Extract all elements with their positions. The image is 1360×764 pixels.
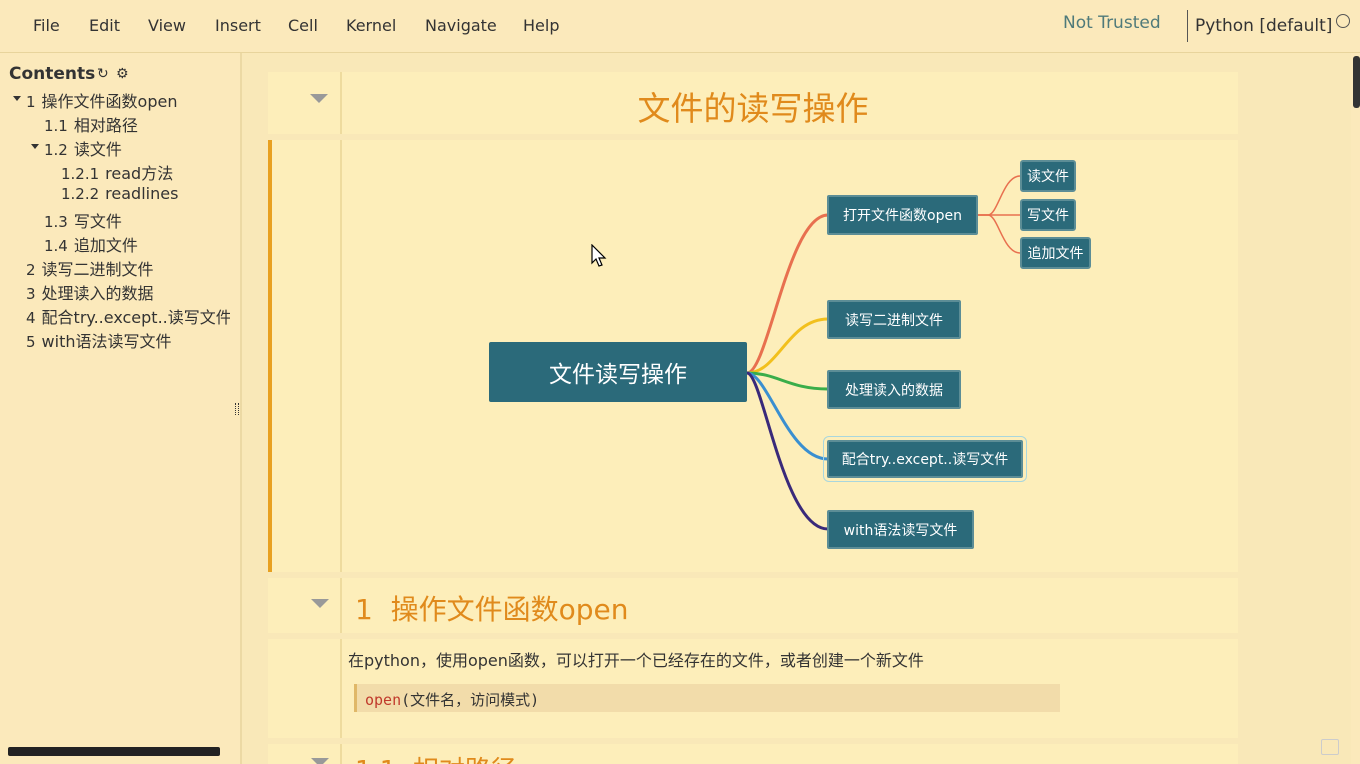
notebook-title: 文件的读写操作 [637, 89, 869, 128]
toc-item[interactable]: 1.3 写文件 [44, 208, 122, 232]
mindmap-leaf-write[interactable]: 写文件 [1020, 199, 1076, 231]
menubar: File Edit View Insert Cell Kernel Naviga… [0, 0, 1360, 53]
gear-icon[interactable]: ⚙ [116, 66, 129, 82]
menu-view[interactable]: View [148, 16, 186, 35]
toc-item[interactable]: 4 配合try..except..读写文件 [26, 304, 230, 328]
toc-item[interactable]: 1.1 相对路径 [44, 112, 138, 136]
markdown-cell-section11[interactable]: 1.1 相对路径 [268, 744, 1238, 764]
toc-caret-icon[interactable] [13, 96, 21, 101]
markdown-cell-open-desc[interactable]: 在python，使用open函数，可以打开一个已经存在的文件，或者创建一个新文件… [268, 639, 1238, 738]
menu-cell[interactable]: Cell [288, 16, 318, 35]
kernel-name[interactable]: Python [default] [1195, 16, 1332, 36]
toc-item[interactable]: 1.2.1 read方法 [61, 160, 173, 184]
mindmap-node-process[interactable]: 处理读入的数据 [827, 370, 961, 409]
mindmap-node-with[interactable]: with语法读写文件 [827, 510, 974, 549]
sidebar-horizontal-scrollbar[interactable] [8, 747, 220, 756]
mindmap-node-open[interactable]: 打开文件函数open [827, 195, 978, 235]
markdown-cell-section1[interactable]: 1 操作文件函数open [268, 578, 1238, 633]
mindmap-leaf-read[interactable]: 读文件 [1020, 160, 1076, 192]
menu-edit[interactable]: Edit [89, 16, 120, 35]
collapse-arrow-icon[interactable] [311, 758, 329, 764]
mindmap-root-node[interactable]: 文件读写操作 [489, 342, 747, 402]
toc-item[interactable]: 1 操作文件函数open [26, 88, 177, 112]
menu-help[interactable]: Help [523, 16, 559, 35]
toc-sidebar: Contents ↻ ⚙ 1 操作文件函数open 1.1 相对路径 1.2 读文件 … [0, 53, 242, 764]
toc-caret-icon[interactable] [31, 144, 39, 149]
mouse-cursor-icon [591, 244, 607, 267]
cell-gutter [268, 639, 342, 738]
markdown-cell-mindmap[interactable]: 文件读写操作 打开文件函数open 读写二进制文件 处理读入的数据 配合try.… [268, 140, 1238, 572]
scroll-to-top-icon[interactable] [1321, 739, 1339, 755]
toc-item[interactable]: 1.4 追加文件 [44, 232, 138, 256]
vertical-scrollbar-track[interactable] [1351, 53, 1360, 764]
mindmap-node-binary[interactable]: 读写二进制文件 [827, 300, 961, 339]
paragraph-text: 在python，使用open函数，可以打开一个已经存在的文件，或者创建一个新文件 [348, 651, 924, 670]
mindmap-node-try-except[interactable]: 配合try..except..读写文件 [823, 436, 1027, 482]
toc-item[interactable]: 2 读写二进制文件 [26, 256, 154, 280]
section-heading: 1 操作文件函数open [355, 593, 629, 626]
menu-kernel[interactable]: Kernel [346, 16, 396, 35]
mindmap-connectors [746, 175, 1021, 531]
sidebar-resize-handle[interactable] [235, 403, 239, 415]
menu-file[interactable]: File [33, 16, 60, 35]
toc-item[interactable]: 3 处理读入的数据 [26, 280, 154, 304]
menu-insert[interactable]: Insert [215, 16, 261, 35]
trust-indicator[interactable]: Not Trusted [1063, 13, 1161, 33]
kernel-separator [1187, 10, 1188, 42]
code-snippet: open(文件名，访问模式) [354, 684, 1060, 712]
vertical-scrollbar-thumb[interactable] [1353, 56, 1360, 108]
section-heading: 1.1 相对路径 [355, 750, 517, 764]
mindmap-leaf-append[interactable]: 追加文件 [1020, 237, 1091, 269]
refresh-icon[interactable]: ↻ [97, 66, 109, 82]
notebook-container: 文件的读写操作 文件读写操作 打开文件函数open 读写二进制文件 处理读入的数… [244, 53, 1348, 764]
toc-item[interactable]: 1.2 读文件 [44, 136, 122, 160]
kernel-idle-icon [1336, 14, 1350, 28]
toc-title: Contents [9, 64, 96, 84]
cell-gutter [268, 578, 342, 633]
menu-navigate[interactable]: Navigate [425, 16, 497, 35]
collapse-arrow-icon[interactable] [311, 599, 329, 608]
cell-gutter [268, 744, 342, 764]
markdown-cell-title[interactable]: 文件的读写操作 [268, 72, 1238, 134]
toc-item[interactable]: 1.2.2 readlines [61, 184, 178, 203]
toc-item[interactable]: 5 with语法读写文件 [26, 328, 172, 352]
